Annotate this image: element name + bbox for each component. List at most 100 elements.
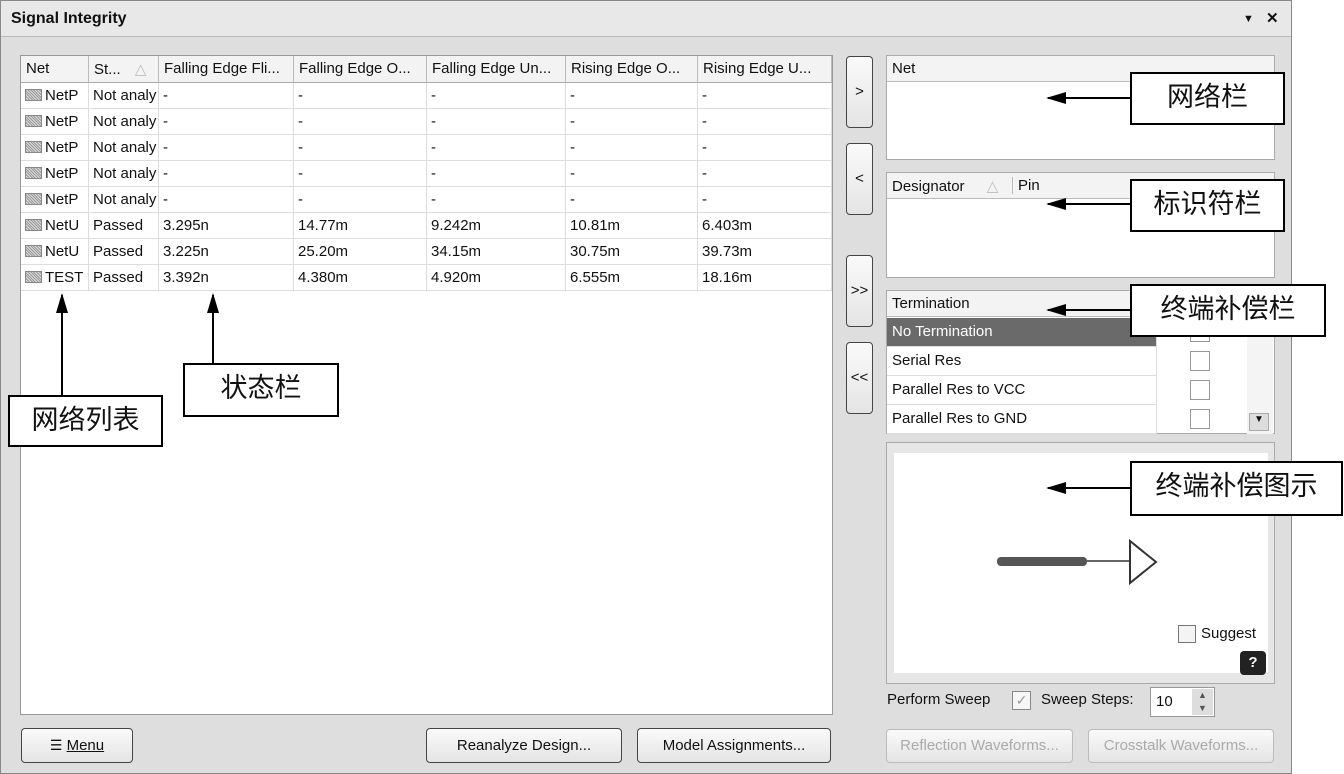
net-icon bbox=[25, 141, 42, 153]
net-cell[interactable]: NetP bbox=[21, 161, 89, 187]
grid-cell[interactable]: - bbox=[566, 161, 698, 187]
net-cell[interactable]: NetP bbox=[21, 109, 89, 135]
grid-cell[interactable]: - bbox=[294, 161, 427, 187]
grid-cell[interactable]: - bbox=[698, 135, 832, 161]
termination-option[interactable]: Parallel Res to GND bbox=[887, 405, 1157, 434]
grid-cell[interactable]: - bbox=[427, 187, 566, 213]
grid-cell[interactable]: 34.15m bbox=[427, 239, 566, 265]
grid-cell[interactable]: 3.392n bbox=[159, 265, 294, 291]
grid-cell[interactable]: Not analy bbox=[89, 83, 159, 109]
grid-cell[interactable]: - bbox=[427, 135, 566, 161]
grid-cell[interactable]: - bbox=[566, 187, 698, 213]
grid-cell[interactable]: 30.75m bbox=[566, 239, 698, 265]
grid-cell[interactable]: - bbox=[427, 83, 566, 109]
termination-option[interactable]: Serial Res bbox=[887, 347, 1157, 376]
column-header[interactable]: Rising Edge O... bbox=[566, 56, 698, 83]
grid-cell[interactable]: Not analy bbox=[89, 161, 159, 187]
grid-cell[interactable]: 25.20m bbox=[294, 239, 427, 265]
sweep-steps-value[interactable]: 10 bbox=[1156, 693, 1173, 710]
grid-cell[interactable]: 3.225n bbox=[159, 239, 294, 265]
perform-sweep-checkbox[interactable]: ✓ bbox=[1012, 691, 1031, 710]
sort-asc-icon: △ bbox=[986, 178, 999, 195]
grid-cell[interactable]: - bbox=[159, 109, 294, 135]
grid-cell[interactable]: - bbox=[159, 135, 294, 161]
grid-cell[interactable]: - bbox=[566, 135, 698, 161]
net-cell[interactable]: NetP bbox=[21, 83, 89, 109]
grid-cell[interactable]: 4.920m bbox=[427, 265, 566, 291]
scroll-down-icon[interactable]: ▼ bbox=[1249, 413, 1269, 431]
grid-cell[interactable]: 18.16m bbox=[698, 265, 832, 291]
grid-cell[interactable]: 39.73m bbox=[698, 239, 832, 265]
grid-cell[interactable]: 9.242m bbox=[427, 213, 566, 239]
grid-cell[interactable]: - bbox=[427, 161, 566, 187]
net-cell[interactable]: NetU bbox=[21, 213, 89, 239]
grid-cell[interactable]: 6.555m bbox=[566, 265, 698, 291]
grid-cell[interactable]: - bbox=[159, 83, 294, 109]
reanalyze-design-button[interactable]: Reanalyze Design... bbox=[426, 728, 622, 763]
grid-cell[interactable]: - bbox=[159, 161, 294, 187]
close-icon[interactable]: ✕ bbox=[1266, 9, 1279, 27]
dropdown-icon[interactable]: ▼ bbox=[1243, 13, 1254, 25]
grid-cell[interactable]: - bbox=[698, 187, 832, 213]
column-header[interactable]: Falling Edge O... bbox=[294, 56, 427, 83]
net-cell[interactable]: TEST bbox=[21, 265, 89, 291]
termination-option[interactable]: Parallel Res to VCC bbox=[887, 376, 1157, 405]
grid-cell[interactable]: Passed bbox=[89, 265, 159, 291]
net-grid[interactable]: Net St... △ Falling Edge Fli... Falling Edg… bbox=[20, 55, 833, 715]
grid-cell[interactable]: Passed bbox=[89, 239, 159, 265]
grid-cell[interactable]: - bbox=[566, 109, 698, 135]
help-icon[interactable]: ? bbox=[1240, 651, 1266, 675]
cell-text: - bbox=[431, 165, 436, 182]
grid-cell[interactable]: - bbox=[294, 187, 427, 213]
reflection-waveforms-button[interactable]: Reflection Waveforms... bbox=[886, 729, 1073, 763]
pin-column[interactable]: Pin bbox=[1012, 177, 1040, 194]
column-header[interactable]: Rising Edge U... bbox=[698, 56, 832, 83]
grid-cell[interactable]: Not analy bbox=[89, 109, 159, 135]
termination-option[interactable]: No Termination bbox=[887, 318, 1157, 347]
model-assignments-button[interactable]: Model Assignments... bbox=[637, 728, 831, 763]
grid-cell[interactable]: Not analy bbox=[89, 135, 159, 161]
designator-column[interactable]: Designator bbox=[892, 178, 965, 195]
move-left-button[interactable]: < bbox=[846, 143, 873, 215]
menu-button[interactable]: ☰ Menu bbox=[21, 728, 133, 763]
cell-text: - bbox=[570, 139, 575, 156]
suggest-checkbox[interactable] bbox=[1178, 625, 1196, 643]
net-cell[interactable]: NetP bbox=[21, 135, 89, 161]
annotation-status-bar: 状态栏 bbox=[183, 363, 339, 417]
grid-cell[interactable]: 6.403m bbox=[698, 213, 832, 239]
grid-cell[interactable]: - bbox=[159, 187, 294, 213]
net-cell[interactable]: NetP bbox=[21, 187, 89, 213]
grid-cell[interactable]: - bbox=[698, 161, 832, 187]
column-header[interactable]: Net bbox=[21, 56, 89, 83]
termination-checkbox[interactable] bbox=[1190, 380, 1210, 400]
grid-cell[interactable]: Passed bbox=[89, 213, 159, 239]
grid-cell[interactable]: - bbox=[698, 109, 832, 135]
grid-cell[interactable]: Not analy bbox=[89, 187, 159, 213]
cell-text: 14.77m bbox=[298, 217, 349, 234]
cell-text: Not analy bbox=[93, 139, 157, 156]
termination-checkbox[interactable] bbox=[1190, 351, 1210, 371]
column-header[interactable]: Falling Edge Fli... bbox=[159, 56, 294, 83]
grid-cell[interactable]: 14.77m bbox=[294, 213, 427, 239]
crosstalk-waveforms-button[interactable]: Crosstalk Waveforms... bbox=[1088, 729, 1274, 763]
sweep-steps-stepper[interactable]: 10 ▲ ▼ bbox=[1150, 687, 1215, 717]
move-all-right-button[interactable]: >> bbox=[846, 255, 873, 327]
grid-cell[interactable]: 3.295n bbox=[159, 213, 294, 239]
grid-cell[interactable]: - bbox=[294, 83, 427, 109]
spin-arrows-icon[interactable]: ▲ ▼ bbox=[1192, 689, 1213, 715]
grid-cell[interactable]: - bbox=[294, 109, 427, 135]
grid-cell[interactable]: - bbox=[566, 83, 698, 109]
grid-cell[interactable]: 4.380m bbox=[294, 265, 427, 291]
grid-cell[interactable]: - bbox=[427, 109, 566, 135]
termination-checkbox[interactable] bbox=[1190, 409, 1210, 429]
grid-cell[interactable]: - bbox=[294, 135, 427, 161]
cell-text: 4.920m bbox=[431, 269, 482, 286]
grid-cell[interactable]: 10.81m bbox=[566, 213, 698, 239]
column-header[interactable]: Falling Edge Un... bbox=[427, 56, 566, 83]
cell-text: - bbox=[702, 165, 707, 182]
grid-cell[interactable]: - bbox=[698, 83, 832, 109]
net-cell[interactable]: NetU bbox=[21, 239, 89, 265]
move-all-left-button[interactable]: << bbox=[846, 342, 873, 414]
move-right-button[interactable]: > bbox=[846, 56, 873, 128]
column-header[interactable]: St... △ bbox=[89, 56, 159, 83]
